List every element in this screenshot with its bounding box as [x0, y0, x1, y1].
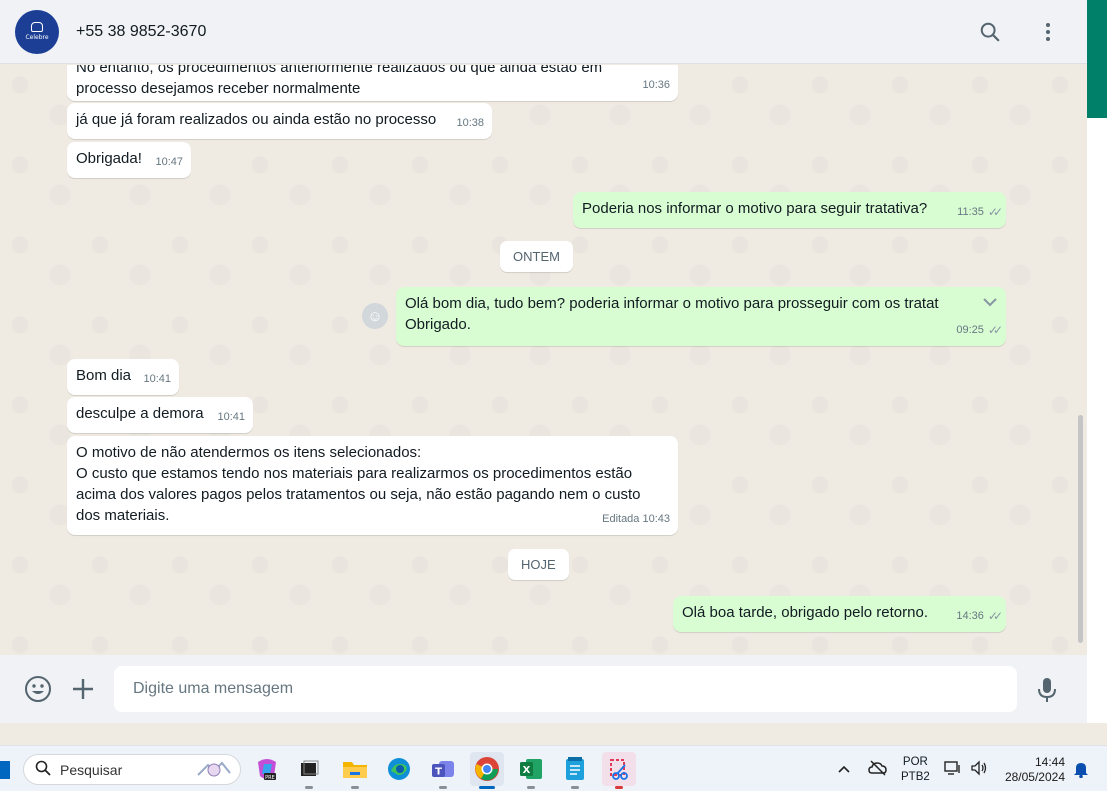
message-text: O custo que estamos tendo nos materiais … — [76, 465, 633, 482]
chrome-browser-icon[interactable] — [470, 752, 504, 789]
avatar-text: Celebre — [25, 34, 49, 41]
message-text: dos materiais. — [76, 507, 170, 524]
edge-browser-icon[interactable] — [382, 752, 416, 786]
message-incoming[interactable]: desculpe a demora 10:41 — [67, 397, 253, 433]
day-divider: HOJE — [508, 549, 569, 580]
double-check-icon: ✓✓ — [987, 323, 1003, 337]
message-time: 11:35 — [957, 206, 984, 218]
message-time: 09:25 — [956, 324, 984, 336]
message-time: 10:41 — [217, 411, 245, 423]
message-incoming[interactable]: No entanto, os procedimentos anteriormen… — [67, 65, 678, 101]
message-time: 10:41 — [143, 373, 171, 385]
more-vertical-icon[interactable] — [1034, 18, 1062, 46]
windows-start-icon[interactable] — [0, 761, 10, 779]
message-text: processo desejamos receber normalmente — [76, 80, 361, 97]
copilot-app-icon[interactable]: PRE — [250, 752, 284, 786]
running-indicator — [571, 786, 579, 789]
taskbar-search[interactable]: Pesquisar — [23, 754, 241, 785]
search-icon — [35, 760, 51, 779]
emoji-reaction-icon[interactable]: ☺ — [362, 303, 388, 329]
contact-avatar[interactable]: Celebre — [15, 9, 59, 54]
message-input-box[interactable] — [114, 666, 1017, 712]
message-time: 14:36 — [956, 610, 984, 622]
file-explorer-icon[interactable] — [338, 752, 372, 789]
running-indicator — [439, 786, 447, 789]
message-text: Bom dia — [76, 367, 132, 384]
message-incoming[interactable]: O motivo de não atendermos os itens sele… — [67, 436, 678, 535]
running-indicator — [305, 786, 313, 789]
composer-bar — [0, 655, 1087, 723]
chevron-down-icon[interactable] — [982, 293, 998, 314]
chat-scrollbar[interactable] — [1078, 415, 1083, 643]
chat-header: Celebre +55 38 9852-3670 — [0, 0, 1087, 64]
message-time: 10:47 — [155, 156, 183, 168]
excel-app-icon[interactable]: X — [514, 752, 548, 789]
message-text: Obrigada! — [76, 150, 142, 167]
message-text: já que já foram realizados ou ainda estã… — [76, 111, 437, 128]
notification-bell-icon[interactable] — [1073, 760, 1089, 783]
system-tray — [838, 746, 888, 791]
message-outgoing[interactable]: Olá bom dia, tudo bem? poderia informar … — [396, 287, 1006, 346]
taskbar-clock[interactable]: 14:44 28/05/2024 — [1005, 755, 1065, 785]
chat-area[interactable]: No entanto, os procedimentos anteriormen… — [0, 65, 1087, 655]
message-incoming[interactable]: Obrigada! 10:47 — [67, 142, 191, 178]
message-incoming[interactable]: já que já foram realizados ou ainda estã… — [67, 103, 492, 139]
double-check-icon: ✓✓ — [987, 205, 1003, 219]
message-text: Olá bom dia, tudo bem? poderia informar … — [405, 295, 939, 312]
message-meta: 09:25 ✓✓ — [956, 320, 1003, 341]
input-language-indicator[interactable]: POR PTB2 — [901, 755, 930, 785]
message-meta: 14:36 ✓✓ — [956, 606, 1003, 627]
message-outgoing[interactable]: Olá boa tarde, obrigado pelo retorno. 14… — [673, 596, 1006, 632]
message-input[interactable] — [133, 680, 998, 698]
search-highlight-icon — [197, 761, 231, 777]
attach-plus-icon[interactable] — [71, 677, 95, 701]
notepad-app-icon[interactable] — [558, 752, 592, 789]
message-text: Olá boa tarde, obrigado pelo retorno. — [682, 604, 928, 621]
svg-text:T: T — [435, 767, 442, 778]
svg-text:PRE: PRE — [265, 775, 275, 781]
message-text: No entanto, os procedimentos anteriormen… — [76, 65, 603, 76]
accent-bar — [1087, 0, 1107, 118]
svg-text:X: X — [523, 765, 531, 776]
message-text: desculpe a demora — [76, 405, 204, 422]
status-icons — [944, 746, 988, 791]
clock-date: 28/05/2024 — [1004, 770, 1065, 784]
search-icon[interactable] — [976, 18, 1004, 46]
running-indicator — [527, 786, 535, 789]
message-text: acima dos valores pagos pelos tratamento… — [76, 486, 641, 503]
language-line1: POR — [902, 756, 928, 768]
chevron-up-icon[interactable] — [838, 762, 850, 776]
message-text: Poderia nos informar o motivo para segui… — [582, 200, 928, 217]
contact-name[interactable]: +55 38 9852-3670 — [76, 23, 206, 41]
double-check-icon: ✓✓ — [987, 609, 1003, 623]
os-taskbar: Pesquisar PRE T X POR PTB2 14:44 28/05/2… — [0, 745, 1107, 791]
message-time: Editada 10:43 — [602, 513, 670, 525]
tooth-icon — [31, 22, 43, 32]
search-label: Pesquisar — [60, 761, 123, 778]
network-icon[interactable] — [944, 760, 962, 779]
language-line2: PTB2 — [901, 771, 930, 783]
emoji-icon[interactable] — [24, 675, 52, 703]
task-view-icon[interactable] — [292, 752, 326, 789]
message-text: O motivo de não atendermos os itens sele… — [76, 444, 422, 461]
side-strip — [1087, 0, 1107, 723]
clock-time: 14:44 — [1034, 755, 1065, 769]
snipping-tool-icon[interactable] — [602, 752, 636, 789]
message-outgoing[interactable]: Poderia nos informar o motivo para segui… — [573, 192, 1006, 228]
message-time: 10:38 — [456, 117, 484, 129]
cloud-offline-icon[interactable] — [868, 759, 888, 779]
active-indicator — [479, 786, 495, 789]
microphone-icon[interactable] — [1036, 676, 1058, 704]
message-incoming[interactable]: Bom dia 10:41 — [67, 359, 179, 395]
volume-icon[interactable] — [970, 759, 988, 779]
message-time: 10:36 — [642, 79, 670, 91]
running-indicator — [615, 786, 623, 789]
message-meta: 11:35 ✓✓ — [957, 202, 1003, 223]
teams-app-icon[interactable]: T — [426, 752, 460, 789]
running-indicator — [351, 786, 359, 789]
message-text: Obrigado. — [405, 316, 471, 333]
day-divider: ONTEM — [500, 241, 573, 272]
